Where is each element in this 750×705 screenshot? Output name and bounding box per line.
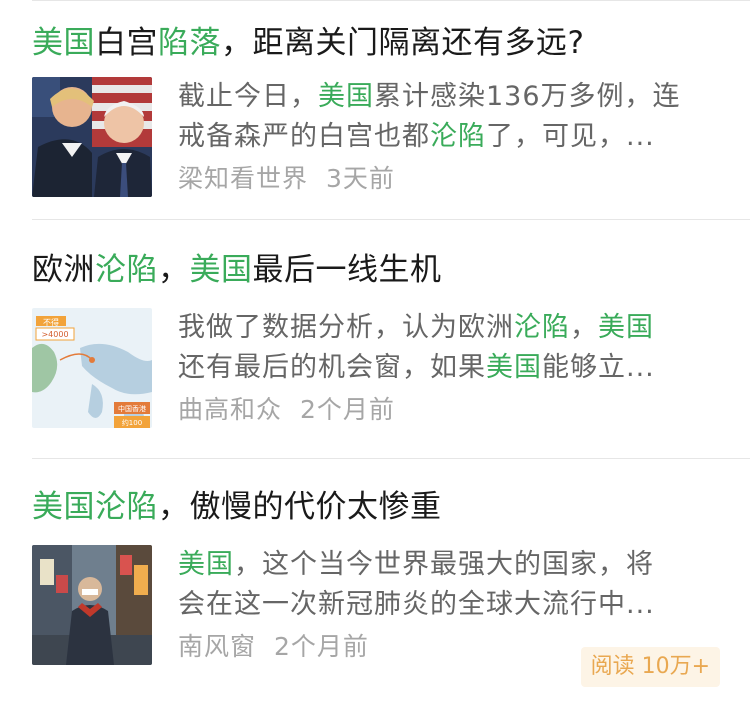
text-segment: 欧洲 [32, 252, 95, 288]
text-segment: ， [570, 312, 598, 343]
search-results-feed: 美国白宫陷落，距离关门隔离还有多远? 截止今日，美国累计感染136万多例，连 戒… [0, 1, 750, 705]
keyword-highlight: 美国 [598, 312, 654, 343]
read-count-badge: 阅读 10万+ [580, 647, 720, 687]
text-segment: 截止今日， [178, 81, 318, 112]
article-thumbnail[interactable] [32, 545, 152, 665]
thumb-label-a: 不得 [43, 317, 59, 327]
text-segment: 还有最后的机会窗，如果 [178, 352, 486, 383]
text-segment: ，这个当今世界最强大的国家，将 [234, 549, 654, 580]
article-summary: 美国，这个当今世界最强大的国家，将 会在这一次新冠肺炎的全球大流行中... [178, 545, 720, 625]
keyword-highlight: 沦陷 [95, 252, 158, 288]
article-thumbnail[interactable] [32, 77, 152, 197]
article-time: 3天前 [326, 164, 395, 193]
text-segment: 我做了数据分析，认为欧洲 [178, 312, 514, 343]
keyword-highlight: 美国 [32, 489, 95, 525]
article-body: 我做了数据分析，认为欧洲沦陷，美国 还有最后的机会窗，如果美国能够立... 曲高… [178, 308, 720, 428]
text-segment: ， [158, 252, 190, 288]
article-body: 截止今日，美国累计感染136万多例，连 戒备森严的白宫也都沦陷了，可见，... … [178, 77, 720, 197]
article-time: 2个月前 [300, 395, 395, 424]
text-segment: 白宫 [95, 25, 158, 61]
keyword-highlight: 美国 [486, 352, 542, 383]
article-thumbnail[interactable]: 不得 >4000 中国香港 约100 [32, 308, 152, 428]
keyword-highlight: 美国 [318, 81, 374, 112]
article-title[interactable]: 美国沦陷，傲慢的代价太惨重 [32, 487, 720, 527]
article-meta: 曲高和众 2个月前 [178, 392, 720, 428]
thumb-label-d: 约100 [122, 418, 142, 427]
keyword-highlight: 美国 [189, 252, 253, 288]
article-title[interactable]: 欧洲沦陷，美国最后一线生机 [32, 250, 720, 290]
thumb-label-c: 中国香港 [118, 404, 146, 413]
keyword-highlight: 美国 [32, 25, 95, 61]
article-source[interactable]: 梁知看世界 [178, 164, 308, 193]
article-time: 2个月前 [274, 632, 369, 661]
text-segment: ，距离关门隔离还有多远? [221, 25, 585, 61]
article-meta: 梁知看世界 3天前 [178, 161, 720, 197]
text-segment: 最后一线生机 [252, 252, 442, 288]
article-source[interactable]: 曲高和众 [178, 395, 282, 424]
article-card-3[interactable]: 美国沦陷，傲慢的代价太惨重 美国，这个当今世界最强大的国家，将 会在这一次新冠肺… [0, 459, 750, 705]
keyword-highlight: 美国 [178, 549, 234, 580]
keyword-highlight: 沦陷 [95, 489, 158, 525]
article-summary: 截止今日，美国累计感染136万多例，连 戒备森严的白宫也都沦陷了，可见，... [178, 77, 720, 157]
thumb-label-b: >4000 [41, 330, 68, 339]
article-card-2[interactable]: 欧洲沦陷，美国最后一线生机 不得 >4000 中国香港 约100 我做了数据分析… [0, 220, 750, 458]
keyword-highlight: 沦陷 [430, 121, 486, 152]
text-segment: 戒备森严的白宫也都 [178, 121, 430, 152]
article-card-1[interactable]: 美国白宫陷落，距离关门隔离还有多远? 截止今日，美国累计感染136万多例，连 戒… [0, 1, 750, 219]
text-segment: 会在这一次新冠肺炎的全球大流行中... [178, 589, 655, 620]
text-segment: 累计感染136万多例，连 [374, 81, 681, 112]
article-title[interactable]: 美国白宫陷落，距离关门隔离还有多远? [32, 23, 720, 63]
article-summary: 我做了数据分析，认为欧洲沦陷，美国 还有最后的机会窗，如果美国能够立... [178, 308, 720, 388]
text-segment: 了，可见，... [486, 121, 655, 152]
keyword-highlight: 沦陷 [514, 312, 570, 343]
keyword-highlight: 陷落 [158, 25, 221, 61]
text-segment: ，傲慢的代价太惨重 [158, 489, 442, 525]
text-segment: 能够立... [542, 352, 655, 383]
article-source[interactable]: 南风窗 [178, 632, 256, 661]
